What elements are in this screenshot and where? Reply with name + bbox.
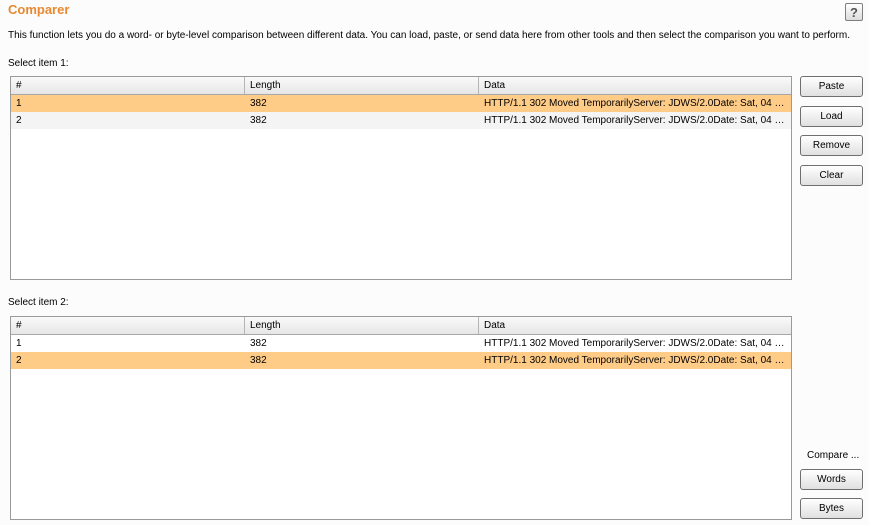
- cell-data: HTTP/1.1 302 Moved TemporarilyServer: JD…: [484, 338, 791, 349]
- compare-words-button[interactable]: Words: [800, 469, 863, 490]
- cell-length: 382: [250, 355, 267, 366]
- select-item-2-label: Select item 2:: [8, 297, 69, 308]
- help-button[interactable]: ?: [845, 3, 863, 21]
- column-header-number[interactable]: #: [11, 317, 245, 334]
- column-header-length[interactable]: Length: [245, 317, 479, 334]
- column-header-length[interactable]: Length: [245, 77, 479, 94]
- table-row[interactable]: 2 382 HTTP/1.1 302 Moved TemporarilyServ…: [11, 112, 791, 129]
- cell-number: 1: [16, 338, 22, 349]
- column-header-number[interactable]: #: [11, 77, 245, 94]
- help-icon: ?: [850, 4, 858, 20]
- item-1-table[interactable]: # Length Data 1 382 HTTP/1.1 302 Moved T…: [10, 76, 792, 280]
- clear-button[interactable]: Clear: [800, 165, 863, 186]
- description-text: This function lets you do a word- or byt…: [8, 30, 850, 41]
- table-header: # Length Data: [11, 77, 791, 95]
- table-row[interactable]: 1 382 HTTP/1.1 302 Moved TemporarilyServ…: [11, 95, 791, 112]
- page-title: Comparer: [8, 2, 70, 17]
- compare-bytes-button[interactable]: Bytes: [800, 498, 863, 519]
- cell-number: 2: [16, 355, 22, 366]
- compare-label: Compare ...: [807, 450, 860, 461]
- table-row[interactable]: 2 382 HTTP/1.1 302 Moved TemporarilyServ…: [11, 352, 791, 369]
- cell-length: 382: [250, 98, 267, 109]
- table-row[interactable]: 1 382 HTTP/1.1 302 Moved TemporarilyServ…: [11, 335, 791, 352]
- paste-button[interactable]: Paste: [800, 76, 863, 97]
- cell-number: 2: [16, 115, 22, 126]
- table-header: # Length Data: [11, 317, 791, 335]
- remove-button[interactable]: Remove: [800, 135, 863, 156]
- item-2-table[interactable]: # Length Data 1 382 HTTP/1.1 302 Moved T…: [10, 316, 792, 520]
- cell-number: 1: [16, 98, 22, 109]
- cell-data: HTTP/1.1 302 Moved TemporarilyServer: JD…: [484, 98, 791, 109]
- cell-length: 382: [250, 115, 267, 126]
- select-item-1-label: Select item 1:: [8, 58, 69, 69]
- column-header-data[interactable]: Data: [479, 77, 791, 94]
- cell-data: HTTP/1.1 302 Moved TemporarilyServer: JD…: [484, 115, 791, 126]
- load-button[interactable]: Load: [800, 106, 863, 127]
- column-header-data[interactable]: Data: [479, 317, 791, 334]
- cell-data: HTTP/1.1 302 Moved TemporarilyServer: JD…: [484, 355, 791, 366]
- cell-length: 382: [250, 338, 267, 349]
